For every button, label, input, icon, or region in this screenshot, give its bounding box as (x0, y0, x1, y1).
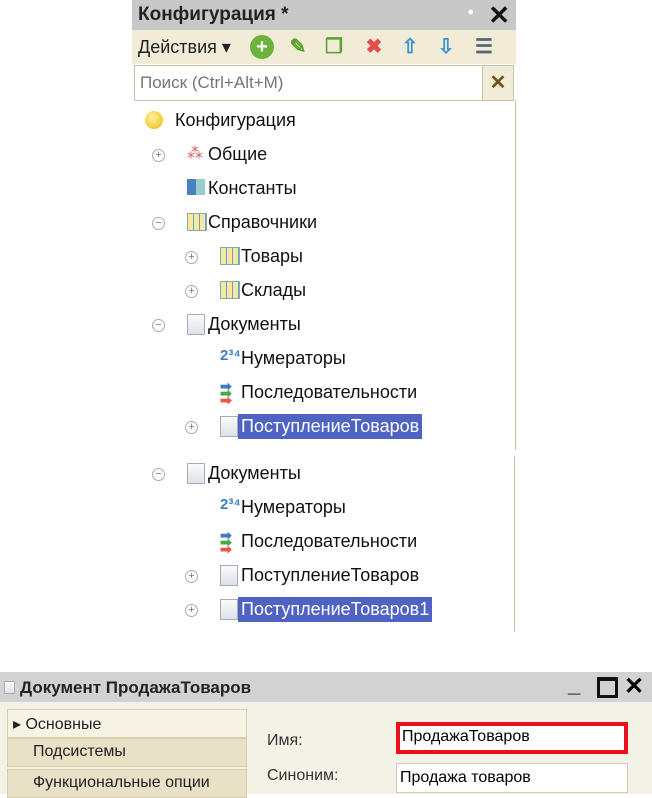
minimize-icon[interactable]: _ (568, 672, 580, 698)
tree-item[interactable]: − Документы (132, 460, 512, 488)
tree-item[interactable]: ➡ ➡ ➡ Последовательности (132, 528, 512, 556)
tree-item[interactable]: + ⁂ Общие (132, 141, 512, 169)
close-icon[interactable]: ✕ (624, 672, 644, 701)
tree-item-label: Нумераторы (241, 497, 346, 517)
tree-item-label: Документы (208, 463, 301, 483)
synonym-label: Синоним: (267, 767, 339, 784)
tree-item[interactable]: − Документы (132, 311, 512, 339)
tree-item[interactable]: 2³⁴ Нумераторы (132, 345, 512, 373)
expand-icon[interactable]: + (185, 285, 198, 298)
document-window: Документ ПродажаТоваров _ ✕ ▸ Основные П… (0, 672, 652, 798)
tree-item-label: Конфигурация (175, 110, 296, 130)
tree-item-label: Товары (241, 246, 303, 266)
expand-icon[interactable]: + (185, 251, 198, 264)
tree-item[interactable]: Конфигурация (132, 107, 512, 135)
tab-label: Основные (25, 716, 102, 733)
tree-item[interactable]: + ПоступлениеТоваров1 (132, 596, 512, 624)
tree-item-label: Документы (208, 314, 301, 334)
edit-icon[interactable]: ✎ (286, 35, 310, 59)
tab-label: Подсистемы (33, 743, 126, 760)
close-icon[interactable]: ✕ (488, 0, 510, 31)
documents-panel: − Документы 2³⁴ Нумераторы ➡ ➡ ➡ Последовательн… (132, 456, 516, 632)
tree-item[interactable]: + ПоступлениеТоваров (132, 413, 512, 441)
toolbar: Действия ▾ + ✎ ❐ ✖ ⇧ ⇩ ☰ (132, 30, 516, 64)
clear-search-icon[interactable]: ✕ (482, 66, 513, 100)
tree-item[interactable]: ➡ ➡ ➡ Последовательности (132, 379, 512, 407)
tree-item-label: Справочники (208, 212, 318, 232)
tab-label: Функциональные опции (33, 774, 210, 791)
collapse-icon[interactable]: − (152, 319, 165, 332)
search-input[interactable] (138, 72, 482, 94)
panel-border (514, 456, 515, 632)
name-label: Имя: (267, 732, 303, 749)
pin-icon[interactable]: ● (467, 6, 474, 18)
collapse-icon[interactable]: − (152, 217, 165, 230)
tree-item-label: Общие (208, 144, 268, 164)
expand-icon[interactable]: + (185, 421, 198, 434)
tree-item-label: Последовательности (241, 382, 418, 402)
tree-item-label: ПоступлениеТоваров (238, 414, 423, 439)
name-value: ПродажаТоваров (402, 728, 530, 745)
collapse-icon[interactable]: − (152, 468, 165, 481)
panel-titlebar: Конфигурация * ● ✕ (132, 0, 516, 30)
synonym-value: Продажа товаров (400, 769, 531, 786)
move-down-icon[interactable]: ⇩ (434, 35, 458, 59)
actions-menu[interactable]: Действия ▾ (138, 37, 231, 58)
expand-icon[interactable]: + (185, 604, 198, 617)
tree-item-label: ПоступлениеТоваров (241, 565, 420, 585)
tree-item-label: Склады (241, 280, 307, 300)
name-field[interactable]: ПродажаТоваров (396, 722, 628, 754)
tab-main[interactable]: ▸ Основные (7, 709, 247, 738)
add-icon[interactable]: + (250, 35, 274, 59)
window-titlebar: Документ ПродажаТоваров _ ✕ (0, 672, 652, 702)
tree-item-label: Нумераторы (241, 348, 346, 368)
configuration-panel: Конфигурация * ● ✕ Действия ▾ + ✎ ❐ ✖ ⇧ … (132, 0, 516, 450)
tree-item[interactable]: 2³⁴ Нумераторы (132, 494, 512, 522)
tree-item[interactable]: + ПоступлениеТоваров (132, 562, 512, 590)
maximize-icon[interactable] (597, 677, 618, 698)
move-up-icon[interactable]: ⇧ (398, 35, 422, 59)
tree-item[interactable]: + Товары (132, 243, 512, 271)
delete-icon[interactable]: ✖ (362, 35, 386, 59)
expand-icon[interactable]: + (152, 149, 165, 162)
sort-icon[interactable]: ☰ (472, 35, 496, 59)
tree-item-label: ПоступлениеТоваров1 (238, 597, 433, 622)
tree-item[interactable]: − Справочники (132, 209, 512, 237)
document-icon (4, 681, 15, 694)
copy-icon[interactable]: ❐ (322, 35, 346, 59)
tree-item[interactable]: + Склады (132, 277, 512, 305)
panel-border (515, 100, 516, 450)
tree-item[interactable]: Константы (132, 175, 512, 203)
actions-label: Действия (138, 37, 217, 57)
tree-item-label: Константы (208, 178, 297, 198)
window-title: Документ ПродажаТоваров (20, 678, 252, 697)
tree-item-label: Последовательности (241, 531, 418, 551)
tab-subsystems[interactable]: Подсистемы (7, 738, 247, 767)
panel-title: Конфигурация * (138, 4, 289, 25)
synonym-field[interactable]: Продажа товаров (396, 763, 628, 793)
expand-icon[interactable]: + (185, 570, 198, 583)
search-field[interactable]: ✕ (134, 65, 514, 101)
